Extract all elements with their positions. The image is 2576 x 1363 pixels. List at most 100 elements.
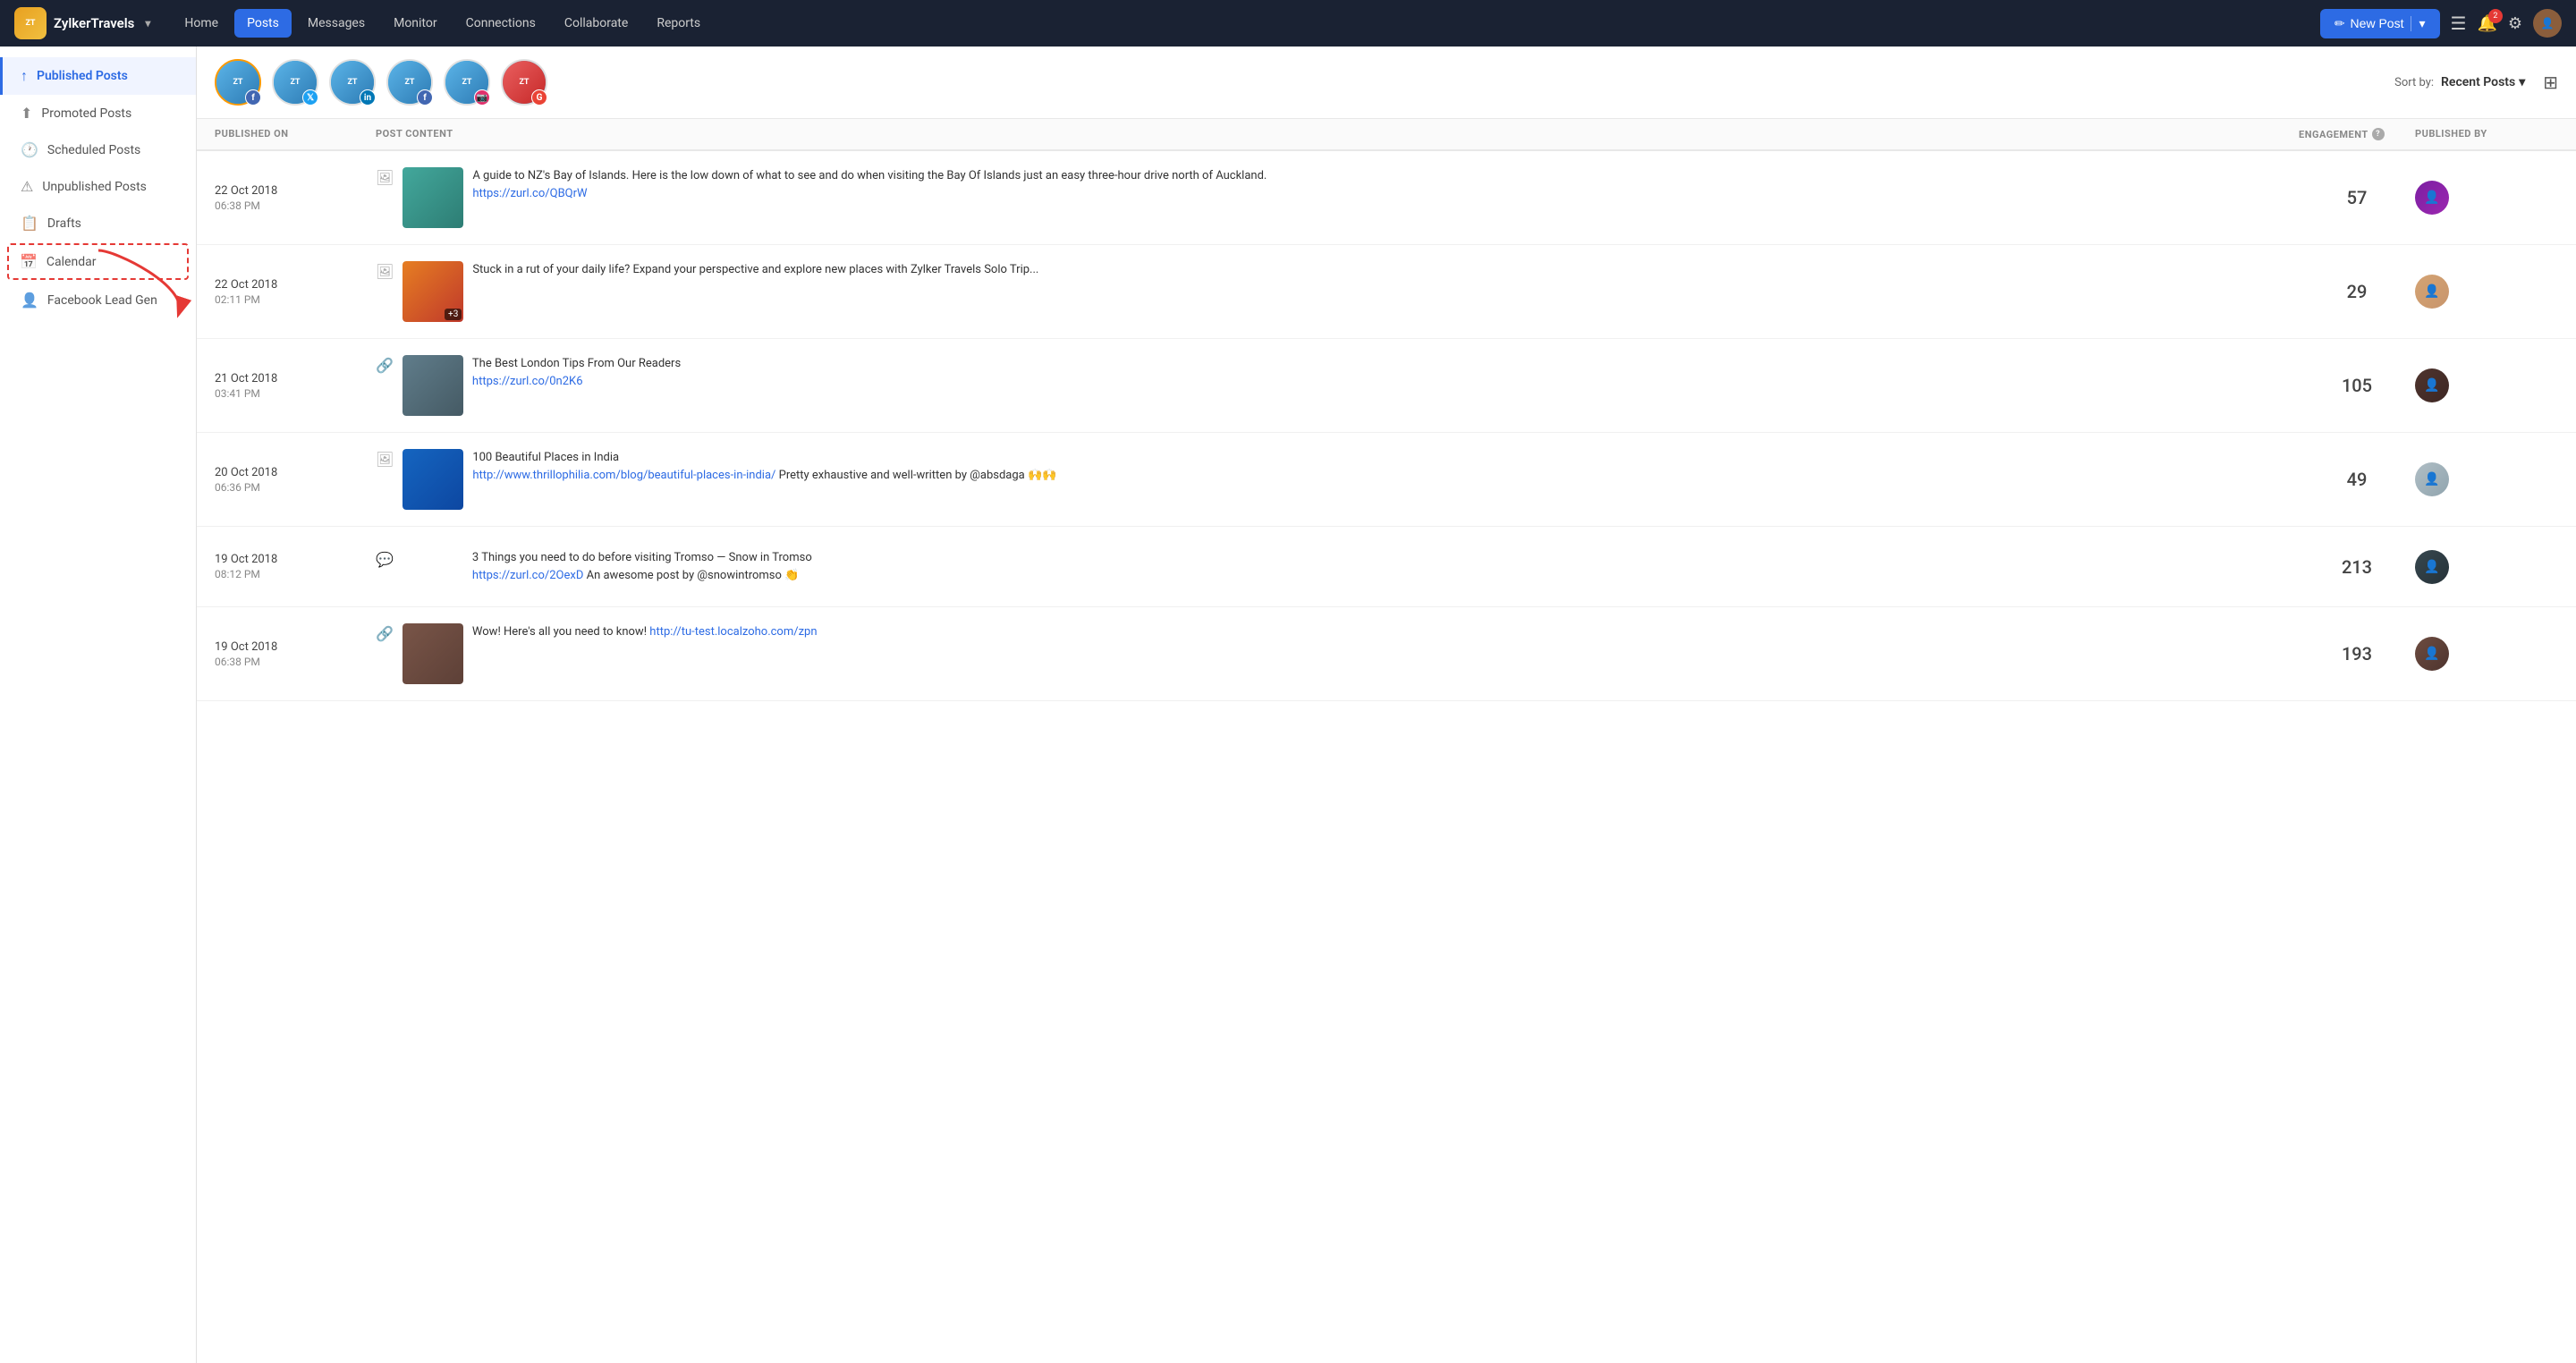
channel-li1[interactable]: ZT in [329, 59, 376, 106]
post-content-cell-5: 💬 3 Things you need to do before visitin… [376, 549, 2299, 584]
nav-item-messages[interactable]: Messages [295, 9, 377, 38]
engagement-count-6: 193 [2299, 643, 2415, 665]
sidebar-item-scheduled[interactable]: 🕐 Scheduled Posts [0, 131, 196, 168]
pencil-icon: ✏ [2334, 16, 2345, 31]
sort-current-value: Recent Posts [2441, 75, 2515, 89]
post-type-icon-2: 🖼 [376, 263, 394, 280]
fb-badge-2: f [417, 89, 433, 106]
sort-by-label: Sort by: [2394, 76, 2434, 89]
avatar-6: 👤 [2415, 637, 2449, 671]
channel-ig1[interactable]: ZT 📷 [444, 59, 490, 106]
col-header-engagement: ENGAGEMENT ? [2299, 128, 2415, 140]
user-avatar[interactable]: 👤 [2533, 9, 2562, 38]
avatar-3: 👤 [2415, 368, 2449, 402]
table-row: 20 Oct 2018 06:36 PM 🖼 100 Beautiful Pla… [197, 433, 2576, 527]
table-row: 22 Oct 2018 06:38 PM 🖼 A guide to NZ's B… [197, 151, 2576, 245]
nav-item-connections[interactable]: Connections [453, 9, 548, 38]
sidebar-label-published: Published Posts [37, 69, 128, 83]
post-type-icon-6: 🔗 [376, 625, 394, 642]
notifications-button[interactable]: 🔔 2 [2477, 14, 2496, 33]
publisher-avatar-2: 👤 [2415, 275, 2558, 309]
sidebar-item-drafts[interactable]: 📋 Drafts [0, 205, 196, 241]
table-row: 19 Oct 2018 06:38 PM 🔗 Wow! Here's all y… [197, 607, 2576, 701]
app-body: ↑ Published Posts ⬆ Promoted Posts 🕐 Sch… [0, 47, 2576, 1363]
sidebar-item-promoted[interactable]: ⬆ Promoted Posts [0, 95, 196, 131]
posts-list: 22 Oct 2018 06:38 PM 🖼 A guide to NZ's B… [197, 151, 2576, 701]
table-header: PUBLISHED ON POST CONTENT ENGAGEMENT ? P… [197, 119, 2576, 151]
notification-badge: 2 [2488, 9, 2503, 23]
sidebar-label-scheduled: Scheduled Posts [47, 143, 140, 157]
sidebar-item-leadgen[interactable]: 👤 Facebook Lead Gen [0, 282, 196, 318]
fb-badge-1: f [245, 89, 261, 106]
post-date-3: 21 Oct 2018 03:41 PM [215, 372, 376, 400]
thumb-badge-2: +3 [445, 309, 462, 320]
brand-name: ZylkerTravels [54, 15, 134, 31]
new-post-label: New Post [2351, 16, 2404, 30]
engagement-count-2: 29 [2299, 281, 2415, 302]
brand-chevron-icon: ▾ [145, 17, 150, 30]
post-text-3: The Best London Tips From Our Readers ht… [472, 355, 681, 390]
post-text-6: Wow! Here's all you need to know! http:/… [472, 623, 818, 641]
main-content: ZT f ZT 𝕏 ZT in ZT f ZT 📷 ZT G [197, 47, 2576, 1363]
sidebar-item-unpublished[interactable]: ⚠ Unpublished Posts [0, 168, 196, 205]
post-content-cell-2: 🖼 +3 Stuck in a rut of your daily life? … [376, 261, 2299, 322]
avatar-5: 👤 [2415, 550, 2449, 584]
settings-button[interactable]: ⚙ [2508, 14, 2522, 33]
post-thumbnail-2[interactable]: +3 [402, 261, 463, 322]
sort-dropdown[interactable]: Recent Posts ▾ [2441, 75, 2525, 89]
scheduled-posts-icon: 🕐 [21, 141, 38, 158]
brand-logo-icon: ZT [14, 7, 47, 39]
sidebar-item-calendar[interactable]: 📅 Calendar [7, 243, 189, 280]
nav-item-home[interactable]: Home [172, 9, 231, 38]
table-row: 21 Oct 2018 03:41 PM 🔗 The Best London T… [197, 339, 2576, 433]
post-thumbnail-1[interactable] [402, 167, 463, 228]
post-content-cell-6: 🔗 Wow! Here's all you need to know! http… [376, 623, 2299, 684]
sort-chevron-icon: ▾ [2519, 75, 2525, 89]
post-type-icon-3: 🔗 [376, 357, 394, 374]
nav-item-posts[interactable]: Posts [234, 9, 292, 38]
nav-item-collaborate[interactable]: Collaborate [552, 9, 640, 38]
post-link-3[interactable]: https://zurl.co/0n2K6 [472, 375, 583, 388]
post-content-cell-4: 🖼 100 Beautiful Places in India http://w… [376, 449, 2299, 510]
post-type-icon-1: 🖼 [376, 169, 394, 186]
channel-fb2[interactable]: ZT f [386, 59, 433, 106]
nav-item-monitor[interactable]: Monitor [381, 9, 450, 38]
post-link-1[interactable]: https://zurl.co/QBQrW [472, 187, 587, 200]
view-toggle-button[interactable]: ⊞ [2543, 72, 2558, 93]
calendar-icon: 📅 [20, 253, 38, 270]
post-date-4: 20 Oct 2018 06:36 PM [215, 466, 376, 494]
table-row: 19 Oct 2018 08:12 PM 💬 3 Things you need… [197, 527, 2576, 607]
channel-tw1[interactable]: ZT 𝕏 [272, 59, 318, 106]
channel-fb1[interactable]: ZT f [215, 59, 261, 106]
post-thumbnail-4[interactable] [402, 449, 463, 510]
table-row: 22 Oct 2018 02:11 PM 🖼 +3 Stuck in a rut… [197, 245, 2576, 339]
avatar-4: 👤 [2415, 462, 2449, 496]
post-thumbnail-3[interactable] [402, 355, 463, 416]
nav-item-reports[interactable]: Reports [644, 9, 713, 38]
publisher-avatar-1: 👤 [2415, 181, 2558, 215]
sidebar: ↑ Published Posts ⬆ Promoted Posts 🕐 Sch… [0, 47, 197, 1363]
unpublished-posts-icon: ⚠ [21, 178, 33, 195]
post-date-6: 19 Oct 2018 06:38 PM [215, 640, 376, 668]
new-post-button[interactable]: ✏ New Post ▾ [2320, 9, 2440, 38]
channel-gm1[interactable]: ZT G [501, 59, 547, 106]
post-date-2: 22 Oct 2018 02:11 PM [215, 278, 376, 306]
post-thumbnail-6[interactable] [402, 623, 463, 684]
new-post-dropdown-chevron[interactable]: ▾ [2411, 16, 2425, 31]
engagement-count-1: 57 [2299, 187, 2415, 208]
engagement-info-icon[interactable]: ? [2372, 128, 2385, 140]
sidebar-item-published[interactable]: ↑ Published Posts [0, 57, 196, 95]
post-link-5[interactable]: https://zurl.co/2OexD [472, 569, 583, 582]
nav-right-area: ✏ New Post ▾ ☰ 🔔 2 ⚙ 👤 [2320, 9, 2562, 38]
sidebar-label-promoted: Promoted Posts [41, 106, 131, 121]
col-header-published-on: PUBLISHED ON [215, 128, 376, 140]
sidebar-label-leadgen: Facebook Lead Gen [47, 293, 157, 308]
post-link-6[interactable]: http://tu-test.localzoho.com/zpn [649, 625, 817, 639]
post-link-4[interactable]: http://www.thrillophilia.com/blog/beauti… [472, 469, 775, 482]
post-text-4: 100 Beautiful Places in India http://www… [472, 449, 1056, 484]
avatar-2: 👤 [2415, 275, 2449, 309]
brand-logo-area[interactable]: ZT ZylkerTravels ▾ [14, 7, 150, 39]
col-header-post-content: POST CONTENT [376, 128, 2299, 140]
engagement-count-5: 213 [2299, 556, 2415, 578]
menu-icon-button[interactable]: ☰ [2451, 13, 2467, 34]
